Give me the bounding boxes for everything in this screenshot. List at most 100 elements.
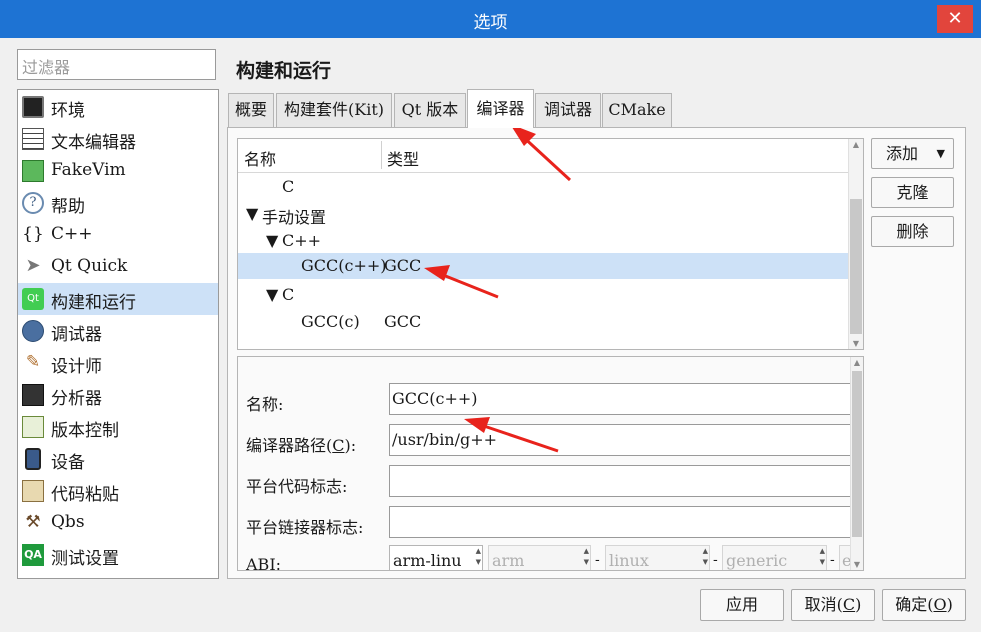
expand-arrow-icon[interactable]: ▼ <box>266 285 278 304</box>
sidebar-item-text-editor[interactable]: 文本编辑器 <box>18 123 218 155</box>
add-button-label: 添加 <box>886 144 919 163</box>
braces-icon: {} <box>22 224 44 244</box>
code-paste-icon <box>22 480 44 502</box>
close-button[interactable]: ✕ <box>937 5 973 33</box>
sidebar-item-code-paste[interactable]: 代码粘贴 <box>18 475 218 507</box>
tree-row-name: 手动设置 <box>262 208 327 227</box>
sidebar-item-label: 帮助 <box>51 197 85 217</box>
sidebar-item-label: 代码粘贴 <box>51 485 119 505</box>
tree-row[interactable]: GCC(c) GCC <box>238 309 849 335</box>
platform-linker-flags-label: 平台链接器标志: <box>246 518 364 537</box>
scrollbar-thumb[interactable] <box>850 199 862 334</box>
device-icon <box>25 448 41 470</box>
tab-debuggers[interactable]: 调试器 <box>535 93 601 127</box>
tree-row-name: C++ <box>282 231 322 250</box>
remove-button[interactable]: 删除 <box>871 216 954 247</box>
tree-scrollbar[interactable]: ▲ ▼ <box>848 139 863 349</box>
sidebar-item-qt-quick[interactable]: ➤ Qt Quick <box>18 251 218 283</box>
sidebar-item-analyzer[interactable]: 分析器 <box>18 379 218 411</box>
sidebar-item-label: 版本控制 <box>51 421 119 441</box>
abi-separator: - <box>595 552 600 568</box>
name-label: 名称: <box>246 395 284 414</box>
sidebar-item-label: 分析器 <box>51 389 102 409</box>
platform-linker-flags-field[interactable] <box>389 506 859 538</box>
sidebar-item-version-control[interactable]: 版本控制 <box>18 411 218 443</box>
expand-arrow-icon[interactable]: ▼ <box>266 231 278 250</box>
sidebar-item-label: 文本编辑器 <box>51 133 136 153</box>
paper-plane-icon: ➤ <box>25 255 41 276</box>
scroll-up-icon[interactable]: ▲ <box>851 358 863 367</box>
add-button[interactable]: 添加 ▼ <box>871 138 954 169</box>
spin-arrows-icon: ▲ ▼ <box>475 547 481 566</box>
details-scrollbar[interactable]: ▲ ▼ <box>850 357 863 570</box>
designer-icon: ✎ <box>25 352 41 372</box>
clone-button[interactable]: 克隆 <box>871 177 954 208</box>
spin-arrows-icon: ▲ ▼ <box>702 547 708 566</box>
compiler-tree[interactable]: 名称 类型 C ▼ 手动设置 ▼ C++ GCC(c++) GCC ▼ C GC… <box>237 138 864 350</box>
abi-os-value: linux <box>609 551 649 570</box>
sidebar-item-test-settings[interactable]: QA 测试设置 <box>18 539 218 571</box>
tree-row[interactable]: ▼ C <box>238 282 849 308</box>
sidebar-item-environment[interactable]: 环境 <box>18 91 218 123</box>
help-icon: ? <box>22 192 44 214</box>
sidebar: 环境 文本编辑器 FakeVim ? 帮助 {} C++ ➤ Qt Quick … <box>17 89 219 579</box>
tree-row-name: C <box>282 285 295 304</box>
tab-cmake[interactable]: CMake <box>602 93 672 127</box>
scroll-down-icon[interactable]: ▼ <box>849 339 863 348</box>
platform-code-flags-field[interactable] <box>389 465 859 497</box>
text-editor-icon <box>22 128 44 150</box>
tree-row[interactable]: C <box>238 174 849 200</box>
page-title: 构建和运行 <box>236 60 332 82</box>
cancel-button[interactable]: 取消(C) <box>791 589 875 621</box>
sidebar-item-label: 调试器 <box>51 325 102 345</box>
sidebar-item-build-run[interactable]: Qt 构建和运行 <box>18 283 218 315</box>
sidebar-item-cpp[interactable]: {} C++ <box>18 219 218 251</box>
compiler-details: 名称: GCC(c++) 编译器路径(C): /usr/bin/g++ 平台代码… <box>237 356 864 571</box>
name-field[interactable]: GCC(c++) <box>389 383 859 415</box>
tree-row-selected[interactable]: GCC(c++) GCC <box>238 253 849 279</box>
compiler-path-field[interactable]: /usr/bin/g++ <box>389 424 859 456</box>
tree-row-name: C <box>282 177 295 196</box>
sidebar-item-debugger[interactable]: 调试器 <box>18 315 218 347</box>
qt-build-icon: Qt <box>22 288 44 310</box>
sidebar-item-device[interactable]: 设备 <box>18 443 218 475</box>
hammer-icon: ⚒ <box>25 512 41 532</box>
apply-button[interactable]: 应用 <box>700 589 784 621</box>
tree-row[interactable]: ▼ C++ <box>238 228 849 254</box>
tree-row-type: GCC <box>384 312 422 331</box>
abi-flavor-select[interactable]: generic ▲ ▼ <box>722 545 827 570</box>
tab-overview[interactable]: 概要 <box>228 93 274 127</box>
abi-os-select[interactable]: linux ▲ ▼ <box>605 545 710 570</box>
scroll-down-icon[interactable]: ▼ <box>851 560 863 569</box>
expand-arrow-icon[interactable]: ▼ <box>246 204 258 223</box>
sidebar-item-label: 构建和运行 <box>51 293 136 313</box>
tab-compilers[interactable]: 编译器 <box>467 89 534 128</box>
sidebar-item-label: 测试设置 <box>51 549 119 569</box>
scroll-up-icon[interactable]: ▲ <box>849 140 863 149</box>
abi-label: ABI: <box>246 555 282 571</box>
filter-input[interactable]: 过滤器 <box>17 49 216 80</box>
column-header-name[interactable]: 名称 <box>244 146 276 170</box>
sidebar-item-help[interactable]: ? 帮助 <box>18 187 218 219</box>
sidebar-item-label: Qt Quick <box>51 256 128 276</box>
sidebar-item-designer[interactable]: ✎ 设计师 <box>18 347 218 379</box>
tree-row[interactable]: ▼ 手动设置 <box>238 201 849 227</box>
sidebar-item-qbs[interactable]: ⚒ Qbs <box>18 507 218 539</box>
abi-architecture-select[interactable]: arm ▲ ▼ <box>488 545 591 570</box>
compiler-path-label: 编译器路径(C): <box>246 436 357 455</box>
sidebar-item-label: C++ <box>51 224 93 244</box>
tab-qt-versions[interactable]: Qt 版本 <box>394 93 466 127</box>
abi-select[interactable]: arm-linu ▲ ▼ <box>389 545 483 570</box>
qa-icon: QA <box>22 544 44 566</box>
sidebar-item-fakevim[interactable]: FakeVim <box>18 155 218 187</box>
title-bar: 选项 ✕ <box>0 0 981 38</box>
chevron-down-icon: ▼ <box>936 147 945 160</box>
sidebar-item-label: 环境 <box>51 101 85 121</box>
sidebar-item-label: 设备 <box>51 453 85 473</box>
tree-header: 名称 类型 <box>238 139 849 173</box>
column-header-type[interactable]: 类型 <box>387 146 419 170</box>
scrollbar-thumb[interactable] <box>852 371 862 537</box>
sidebar-item-label: 设计师 <box>51 357 102 377</box>
ok-button[interactable]: 确定(O) <box>882 589 966 621</box>
tab-kits[interactable]: 构建套件(Kit) <box>276 93 392 127</box>
